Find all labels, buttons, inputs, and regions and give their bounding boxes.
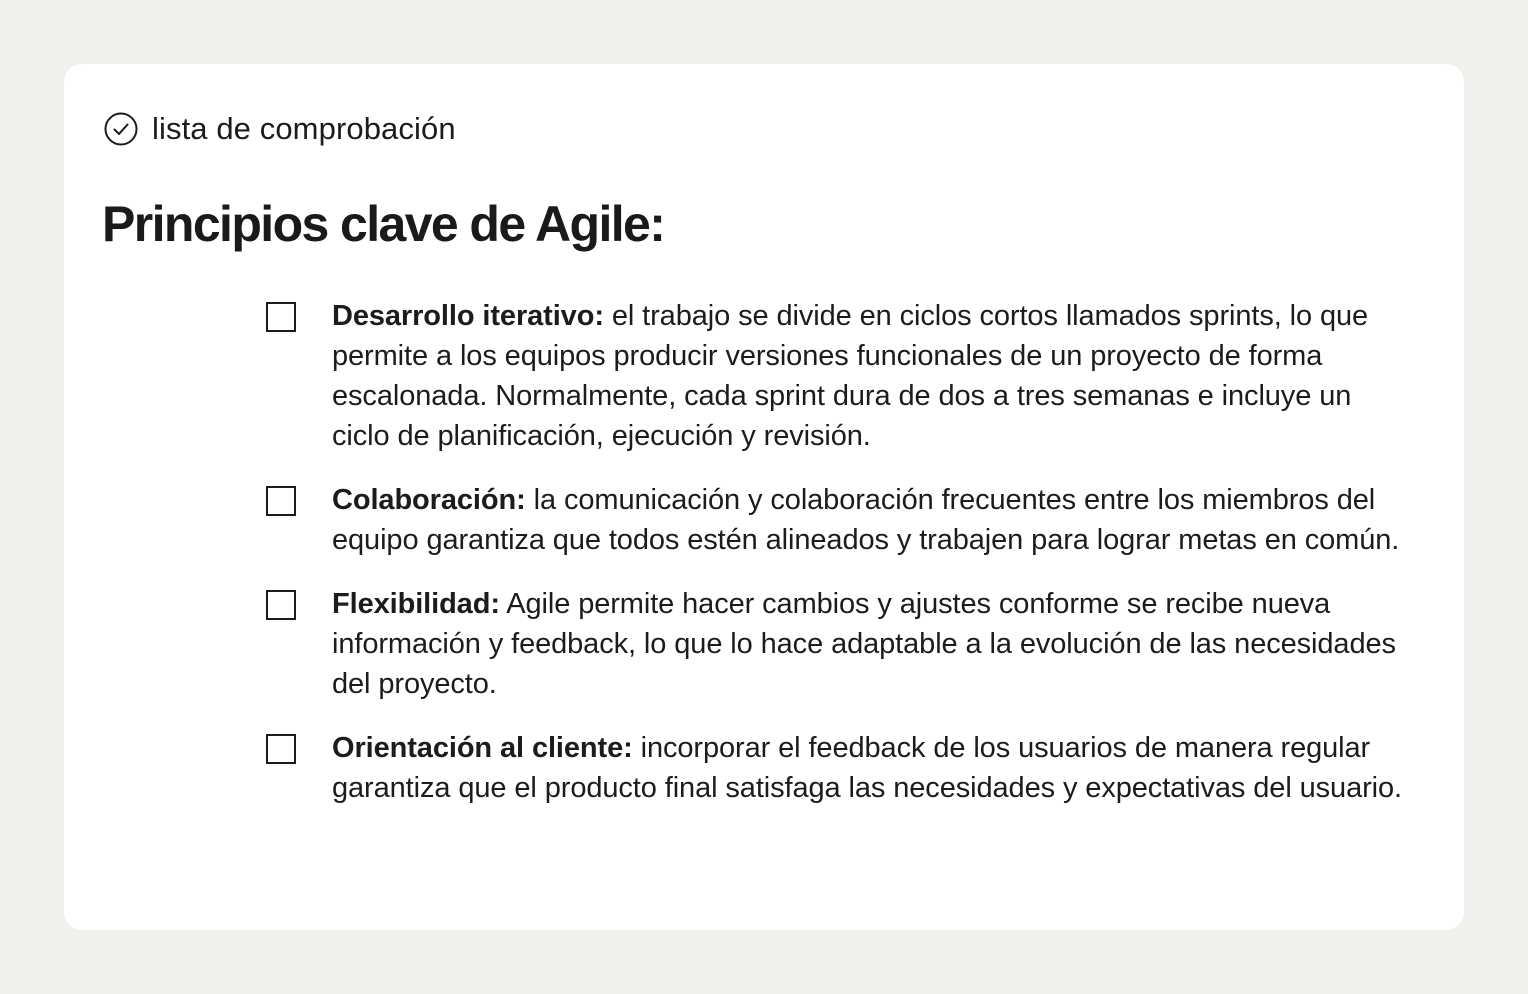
list-item-text: Orientación al cliente: incorporar el fe… [332,728,1416,808]
item-term: Colaboración: [332,484,526,516]
checkbox-collaboration[interactable] [266,486,296,516]
checklist-items: Desarrollo iterativo: el trabajo se divi… [266,296,1416,832]
item-term: Flexibilidad: [332,588,500,620]
list-item-text: Colaboración: la comunicación y colabora… [332,480,1416,560]
checkbox-iterative-development[interactable] [266,302,296,332]
checklist-label: lista de comprobación [152,111,456,146]
page-title: Principios clave de Agile: [102,196,666,252]
check-circle-icon [104,112,138,146]
item-term: Orientación al cliente: [332,732,633,764]
checklist-card: lista de comprobación Principios clave d… [64,64,1464,930]
list-item-text: Desarrollo iterativo: el trabajo se divi… [332,296,1416,456]
checkbox-flexibility[interactable] [266,590,296,620]
item-term: Desarrollo iterativo: [332,300,604,332]
checklist-header: lista de comprobación [103,110,456,148]
checklist-item-iterative-development: Desarrollo iterativo: el trabajo se divi… [266,296,1416,456]
checklist-item-flexibility: Flexibilidad: Agile permite hacer cambio… [266,584,1416,704]
checkbox-customer-focus[interactable] [266,734,296,764]
checklist-item-collaboration: Colaboración: la comunicación y colabora… [266,480,1416,560]
list-item-text: Flexibilidad: Agile permite hacer cambio… [332,584,1416,704]
checklist-item-customer-focus: Orientación al cliente: incorporar el fe… [266,728,1416,808]
